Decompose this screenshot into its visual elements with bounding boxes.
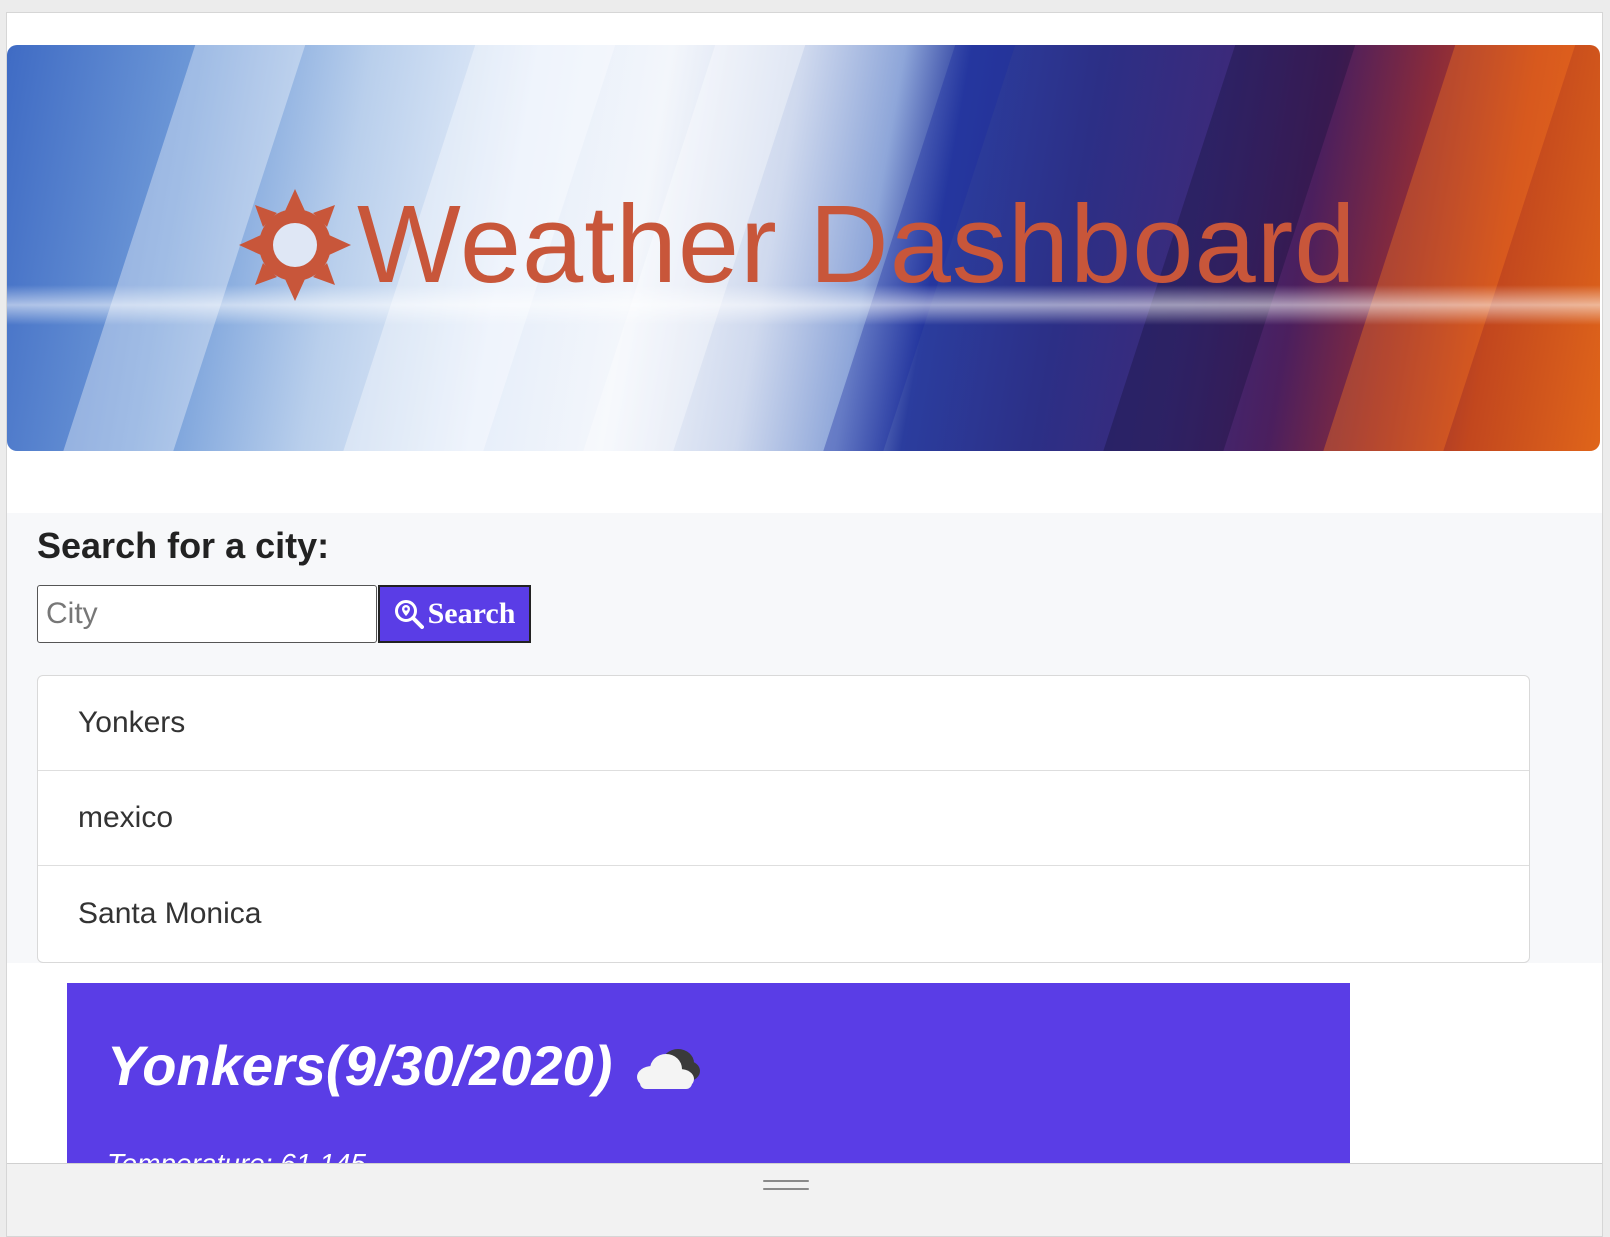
search-history-list: Yonkers mexico Santa Monica xyxy=(37,675,1530,963)
history-item[interactable]: Santa Monica xyxy=(38,866,1529,961)
current-weather-title: Yonkers(9/30/2020) xyxy=(107,1033,1310,1098)
city-search-input[interactable] xyxy=(37,585,377,643)
search-button-label: Search xyxy=(427,597,516,630)
bottom-resize-bar xyxy=(7,1163,1602,1236)
cloud-night-icon xyxy=(637,1048,701,1089)
current-city-date: Yonkers(9/30/2020) xyxy=(107,1034,613,1097)
history-item-label: mexico xyxy=(78,801,174,834)
page-title: Weather Dashboard xyxy=(239,180,1356,310)
header-banner: Weather Dashboard xyxy=(7,45,1600,451)
search-panel: Search for a city: Search Yonkers mexico… xyxy=(7,513,1602,963)
history-item[interactable]: Yonkers xyxy=(38,676,1529,771)
sun-icon xyxy=(239,189,351,301)
history-item-label: Santa Monica xyxy=(78,896,262,930)
search-button[interactable]: Search xyxy=(378,585,531,643)
history-item-label: Yonkers xyxy=(78,706,186,739)
resize-handle[interactable] xyxy=(763,1180,809,1190)
title-text: Weather Dashboard xyxy=(357,183,1357,306)
history-item[interactable]: mexico xyxy=(38,771,1529,866)
search-label: Search for a city: xyxy=(37,525,330,566)
search-location-icon xyxy=(394,600,424,629)
browser-viewport: Weather Dashboard Search for a city: Sea… xyxy=(6,12,1603,1237)
